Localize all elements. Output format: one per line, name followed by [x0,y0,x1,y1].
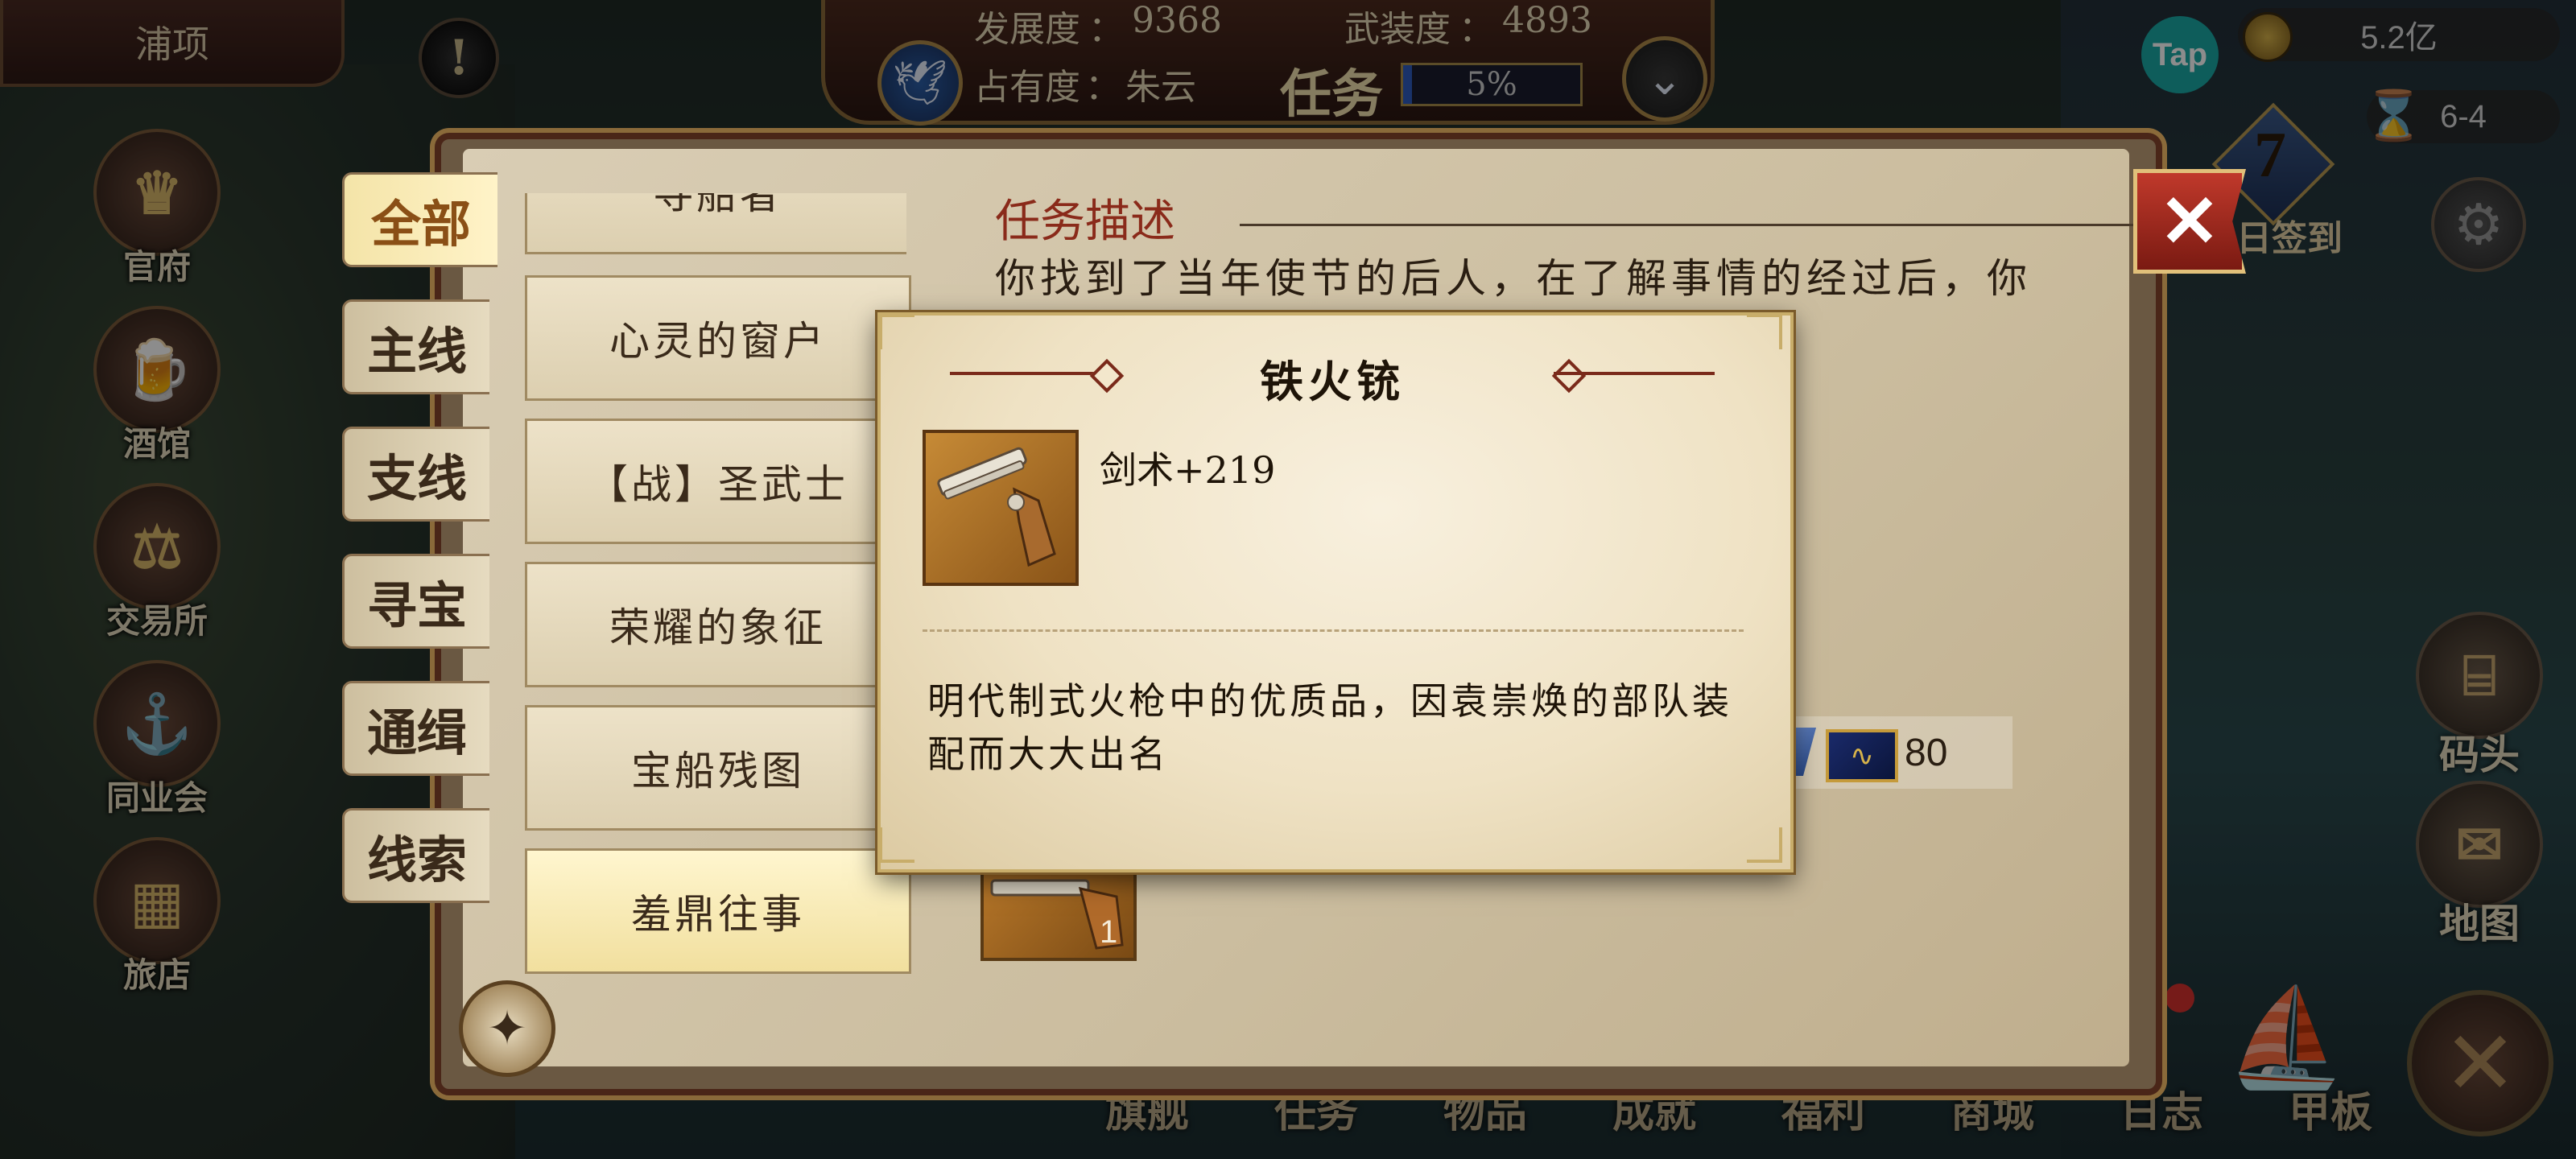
item-name: 铁火铳 [1260,356,1405,407]
tab-side[interactable]: 支线 [342,427,489,522]
task-description-text: 你找到了当年使节的后人，在了解事情的经过后，你 [995,255,2032,302]
item-description-line: 配而大大出名 [927,732,1169,776]
corner-ornament [879,827,914,863]
reward-value: 80 [1905,732,1948,774]
corner-ornament [1747,314,1782,349]
quest-item-selected[interactable]: 羞鼎往事 [525,848,911,974]
dragon-banner-icon: ∿ [1826,729,1898,782]
tooltip-divider [923,629,1744,632]
tab-wanted[interactable]: 通缉 [342,681,489,776]
quest-list-clip: 寻船者 [525,193,906,254]
quest-item[interactable]: 心灵的窗户 [525,275,911,401]
quest-item[interactable]: 荣耀的象征 [525,562,911,687]
item-description: 明代制式火枪中的优质品，因袁崇焕的部队装 配而大大出名 [927,674,1757,781]
item-icon-frame [923,430,1079,586]
tab-main[interactable]: 主线 [342,299,489,394]
corner-ornament [1747,827,1782,863]
tab-all[interactable]: 全部 [342,172,497,267]
quest-item[interactable]: 寻船者 [525,193,906,254]
tab-treasure[interactable]: 寻宝 [342,554,489,649]
corner-ornament [879,314,914,349]
item-description-line: 明代制式火枪中的优质品，因袁崇焕的部队装 [927,679,1732,723]
task-description-title: 任务描述 [995,196,1175,248]
close-button[interactable]: ✕ [2133,169,2246,274]
pistol-icon [937,447,1056,567]
item-stat: 剑术+219 [1100,448,1276,492]
item-count: 1 [1100,914,1118,950]
divider [1240,224,2141,226]
compass-icon[interactable]: ✦ [459,980,555,1077]
quest-item[interactable]: 【战】圣武士 [525,419,911,544]
tab-clues[interactable]: 线索 [342,808,489,903]
quest-item[interactable]: 宝船残图 [525,705,911,831]
